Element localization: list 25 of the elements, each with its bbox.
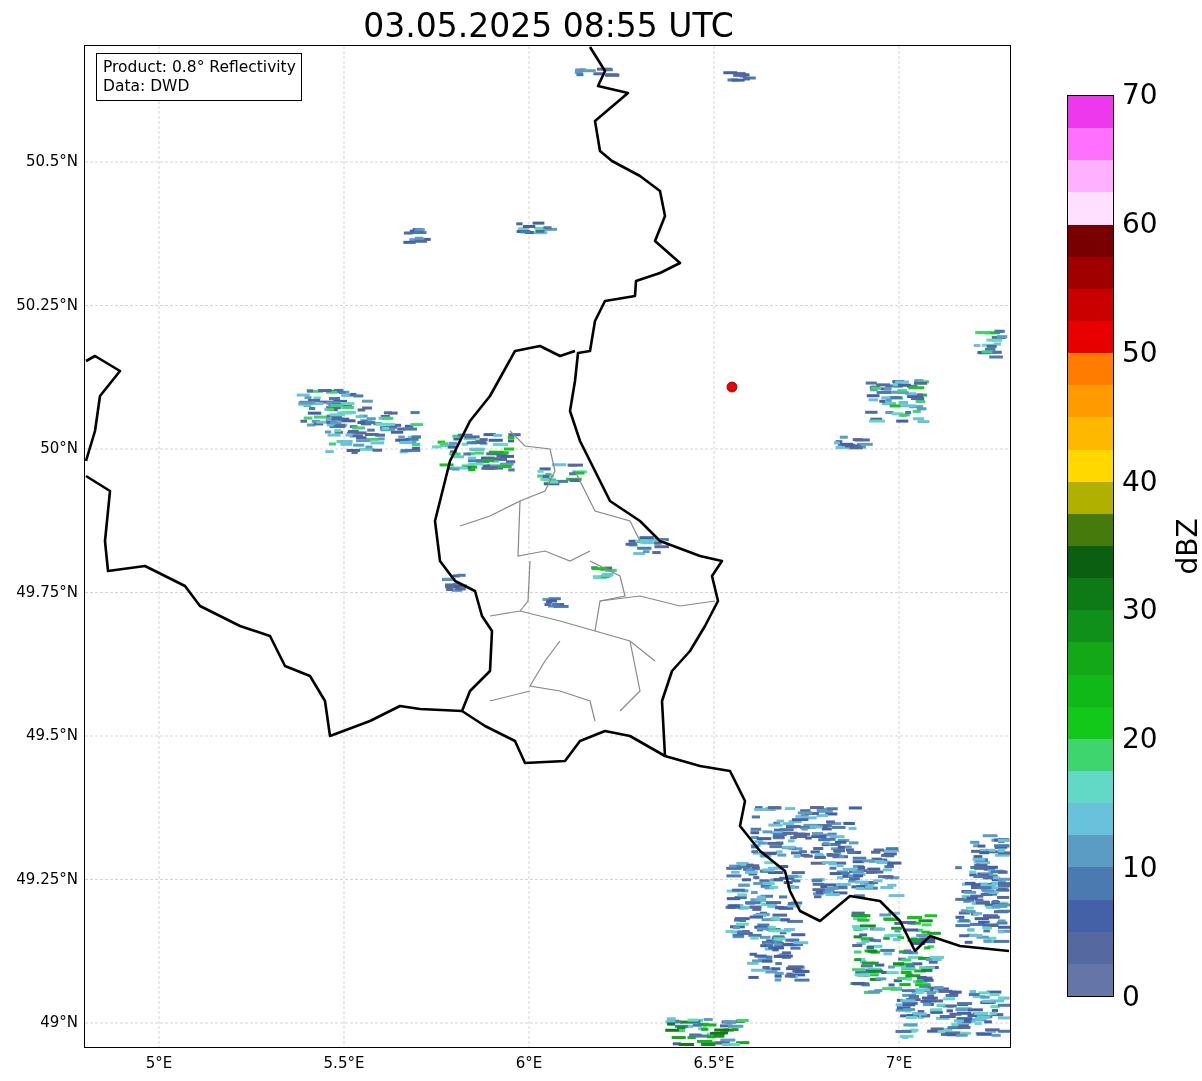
longitude-label: 5°E xyxy=(145,1054,173,1072)
latitude-label: 49°N xyxy=(40,1013,78,1031)
colorbar-tick-label: 50 xyxy=(1122,337,1158,368)
latitude-label: 49.75°N xyxy=(16,582,78,601)
colorbar-label: dBZ xyxy=(1170,518,1202,575)
longitude-label: 6°E xyxy=(515,1054,543,1072)
colorbar-tick-label: 70 xyxy=(1122,80,1158,110)
latitude-label: 49.25°N xyxy=(16,869,78,888)
legend-text: Data: DWD xyxy=(103,77,191,96)
longitude-label: 7°E xyxy=(885,1054,913,1072)
longitude-label: 5.5°E xyxy=(323,1054,365,1072)
colorbar-tick-label: 40 xyxy=(1122,466,1158,497)
chart-title: 03.05.2025 08:55 UTC xyxy=(362,5,735,45)
location-marker xyxy=(726,381,738,393)
legend-text: Product: 0.8° Reflectivity xyxy=(103,58,296,77)
colorbar-tick-label: 0 xyxy=(1122,982,1140,1012)
latitude-label: 49.5°N xyxy=(25,726,78,744)
latitude-label: 50°N xyxy=(40,439,78,457)
colorbar-tick-label: 60 xyxy=(1122,208,1158,239)
colorbar-tick-label: 20 xyxy=(1122,724,1158,755)
latitude-label: 50.5°N xyxy=(25,152,78,170)
colorbar-tick-label: 30 xyxy=(1122,595,1158,626)
colorbar-tick-label: 10 xyxy=(1122,853,1158,884)
longitude-label: 6.5°E xyxy=(693,1054,735,1072)
latitude-label: 50.25°N xyxy=(16,295,78,314)
